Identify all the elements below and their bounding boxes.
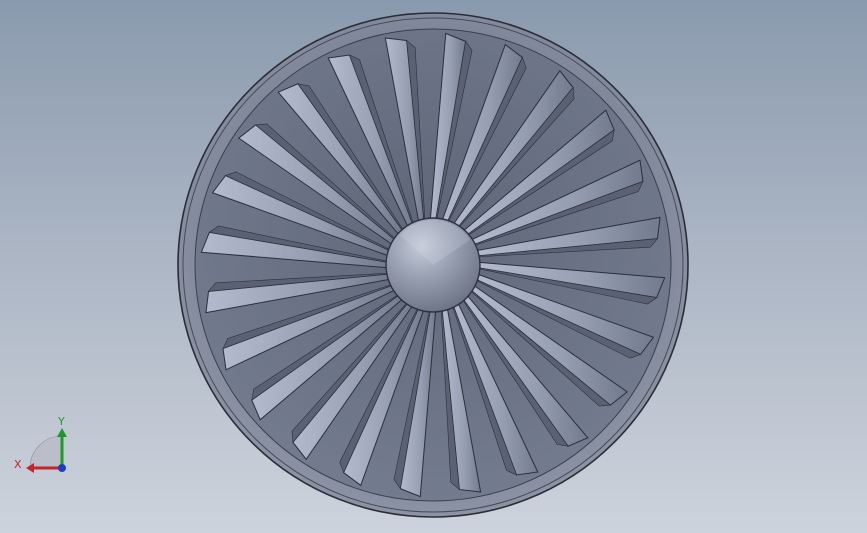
triad-z-axis-icon — [58, 464, 66, 472]
graphics-viewport[interactable]: Y X — [0, 0, 867, 533]
triad-y-arrow-icon — [57, 428, 67, 437]
triad-z-plane-icon — [29, 435, 63, 469]
orientation-triad[interactable]: Y X — [14, 415, 67, 473]
fan-model[interactable] — [177, 12, 689, 518]
triad-y-label: Y — [57, 415, 65, 428]
triad-x-label: X — [14, 458, 22, 471]
